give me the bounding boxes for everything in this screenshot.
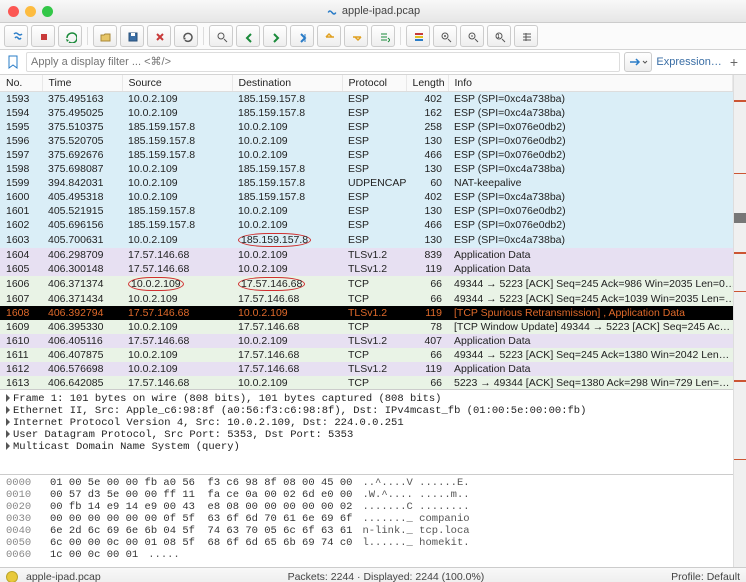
packet-row[interactable]: 1596375.520705185.159.157.810.0.2.109ESP… (0, 134, 733, 148)
packet-list-pane[interactable]: No. Time Source Destination Protocol Len… (0, 75, 733, 390)
find-packet-button[interactable] (209, 25, 233, 47)
packet-row[interactable]: 1604406.29870917.57.146.6810.0.2.109TLSv… (0, 248, 733, 262)
zoom-reset-button[interactable]: 1 (487, 25, 511, 47)
filter-apply-button[interactable] (624, 52, 652, 72)
go-forward-button[interactable] (263, 25, 287, 47)
packet-row[interactable]: 1599394.84203110.0.2.109185.159.157.8UDP… (0, 176, 733, 190)
column-header-destination[interactable]: Destination (232, 75, 342, 92)
hex-row[interactable]: 00506c 00 00 0c 00 01 08 5f 68 6f 6d 65 … (6, 537, 727, 549)
packet-row[interactable]: 1594375.49502510.0.2.109185.159.157.8ESP… (0, 106, 733, 120)
packet-row[interactable]: 1609406.39533010.0.2.10917.57.146.68TCP7… (0, 320, 733, 334)
packet-row[interactable]: 1613406.64208517.57.146.6810.0.2.109TCP6… (0, 376, 733, 390)
hex-row[interactable]: 00406e 2d 6c 69 6e 6b 04 5f 74 63 70 05 … (6, 525, 727, 537)
add-filter-button[interactable]: + (726, 54, 742, 70)
auto-scroll-button[interactable] (371, 25, 395, 47)
go-last-button[interactable] (344, 25, 368, 47)
wireshark-icon (326, 5, 338, 17)
start-capture-button[interactable] (4, 25, 28, 47)
packet-row[interactable]: 1600405.49531810.0.2.109185.159.157.8ESP… (0, 190, 733, 204)
filter-toolbar: Expression… + (0, 50, 746, 75)
packet-row[interactable]: 1610406.40511617.57.146.6810.0.2.109TLSv… (0, 334, 733, 348)
status-bar: apple-ipad.pcap Packets: 2244 · Displaye… (0, 567, 746, 582)
column-header-info[interactable]: Info (448, 75, 733, 92)
status-packet-counts: Packets: 2244 · Displayed: 2244 (100.0%) (288, 571, 485, 582)
colorize-button[interactable] (406, 25, 430, 47)
packet-row[interactable]: 1607406.37143410.0.2.10917.57.146.68TCP6… (0, 292, 733, 306)
tree-item[interactable]: Internet Protocol Version 4, Src: 10.0.2… (6, 417, 727, 429)
packet-row[interactable]: 1611406.40787510.0.2.10917.57.146.68TCP6… (0, 348, 733, 362)
expert-info-led[interactable] (6, 571, 18, 582)
window-title: apple-ipad.pcap (0, 5, 746, 17)
packet-row[interactable]: 1601405.521915185.159.157.810.0.2.109ESP… (0, 204, 733, 218)
separator (400, 27, 401, 45)
packet-bytes-pane[interactable]: 000001 00 5e 00 00 fb a0 56 f3 c6 98 8f … (0, 475, 733, 567)
tree-item[interactable]: User Datagram Protocol, Src Port: 5353, … (6, 429, 727, 441)
packet-row[interactable]: 1597375.692676185.159.157.810.0.2.109ESP… (0, 148, 733, 162)
open-file-button[interactable] (93, 25, 117, 47)
expression-button[interactable]: Expression… (656, 56, 721, 68)
packet-diagram-minimap[interactable] (733, 75, 746, 567)
packet-row[interactable]: 1606406.37137410.0.2.10917.57.146.68TCP6… (0, 276, 733, 292)
go-back-button[interactable] (236, 25, 260, 47)
packet-details-pane[interactable]: Frame 1: 101 bytes on wire (808 bits), 1… (0, 390, 733, 475)
titlebar: apple-ipad.pcap (0, 0, 746, 23)
expand-icon[interactable] (6, 418, 10, 426)
go-to-packet-button[interactable] (290, 25, 314, 47)
hex-row[interactable]: 003000 00 00 00 00 00 0f 5f 63 6f 6d 70 … (6, 513, 727, 525)
expand-icon[interactable] (6, 406, 10, 414)
packet-row[interactable]: 1612406.57669810.0.2.10917.57.146.68TLSv… (0, 362, 733, 376)
stop-capture-button[interactable] (31, 25, 55, 47)
restart-capture-button[interactable] (58, 25, 82, 47)
zoom-in-button[interactable] (433, 25, 457, 47)
hex-row[interactable]: 00601c 00 0c 00 01..... (6, 549, 727, 561)
hex-row[interactable]: 002000 fb 14 e9 14 e9 00 43 e8 08 00 00 … (6, 501, 727, 513)
packet-row[interactable]: 1602405.696156185.159.157.810.0.2.109ESP… (0, 218, 733, 232)
close-file-button[interactable] (147, 25, 171, 47)
column-header-source[interactable]: Source (122, 75, 232, 92)
tree-item[interactable]: Frame 1: 101 bytes on wire (808 bits), 1… (6, 393, 727, 405)
main-toolbar: 1 (0, 23, 746, 50)
status-profile[interactable]: Profile: Default (671, 571, 740, 582)
zoom-out-button[interactable] (460, 25, 484, 47)
hex-row[interactable]: 000001 00 5e 00 00 fb a0 56 f3 c6 98 8f … (6, 477, 727, 489)
packet-row[interactable]: 1603405.70063110.0.2.109185.159.157.8ESP… (0, 232, 733, 248)
expand-icon[interactable] (6, 394, 10, 402)
separator (87, 27, 88, 45)
column-header-protocol[interactable]: Protocol (342, 75, 406, 92)
status-file-label: apple-ipad.pcap (26, 571, 101, 582)
filter-bookmark-icon[interactable] (4, 53, 22, 71)
tree-item[interactable]: Ethernet II, Src: Apple_c6:98:8f (a0:56:… (6, 405, 727, 417)
packet-row[interactable]: 1598375.69808710.0.2.109185.159.157.8ESP… (0, 162, 733, 176)
go-first-button[interactable] (317, 25, 341, 47)
tree-item[interactable]: Multicast Domain Name System (query) (6, 441, 727, 453)
display-filter-input[interactable] (26, 52, 620, 72)
packet-row[interactable]: 1608406.39279417.57.146.6810.0.2.109TLSv… (0, 306, 733, 320)
separator (203, 27, 204, 45)
resize-columns-button[interactable] (514, 25, 538, 47)
hex-row[interactable]: 001000 57 d3 5e 00 00 ff 11 fa ce 0a 00 … (6, 489, 727, 501)
packet-row[interactable]: 1605406.30014817.57.146.6810.0.2.109TLSv… (0, 262, 733, 276)
packet-row[interactable]: 1595375.510375185.159.157.810.0.2.109ESP… (0, 120, 733, 134)
expand-icon[interactable] (6, 430, 10, 438)
packet-row[interactable]: 1593375.49516310.0.2.109185.159.157.8ESP… (0, 92, 733, 107)
column-header-time[interactable]: Time (42, 75, 122, 92)
column-header-length[interactable]: Length (406, 75, 448, 92)
column-header-no[interactable]: No. (0, 75, 42, 92)
save-file-button[interactable] (120, 25, 144, 47)
svg-text:1: 1 (497, 34, 500, 40)
expand-icon[interactable] (6, 442, 10, 450)
reload-button[interactable] (174, 25, 198, 47)
